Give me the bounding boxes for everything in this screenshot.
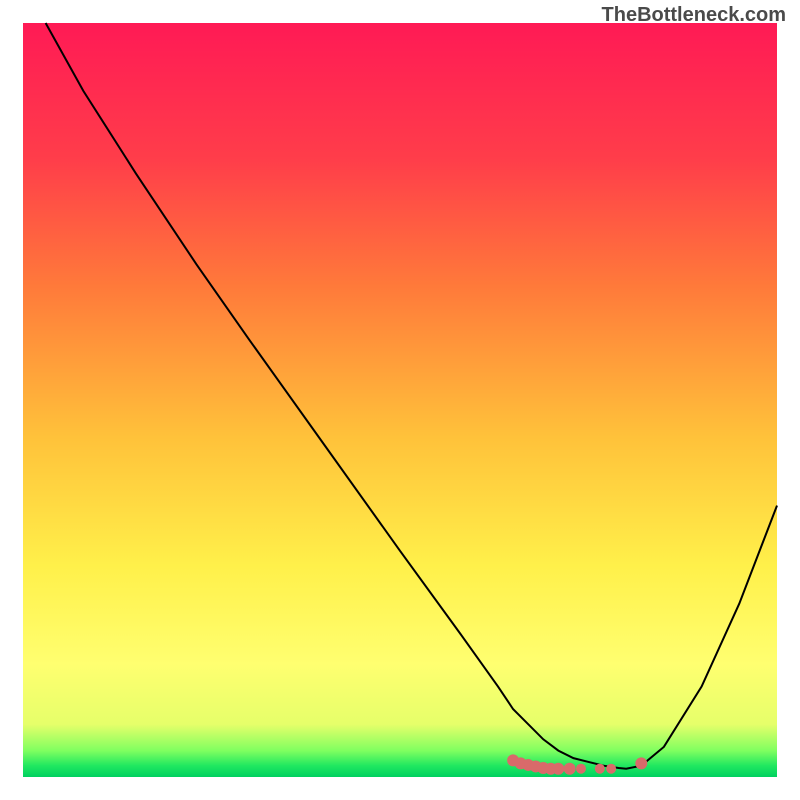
marker-dot (606, 764, 616, 774)
watermark-text: TheBottleneck.com (602, 4, 786, 27)
bottleneck-curve (46, 23, 777, 769)
marker-dot (576, 764, 586, 774)
marker-dot (564, 763, 576, 775)
marker-dot (595, 764, 605, 774)
marker-dot (552, 763, 564, 775)
optimal-zone-markers (507, 754, 647, 774)
chart-plot-area (23, 23, 777, 777)
marker-dot (635, 757, 647, 769)
chart-overlay (23, 23, 777, 777)
